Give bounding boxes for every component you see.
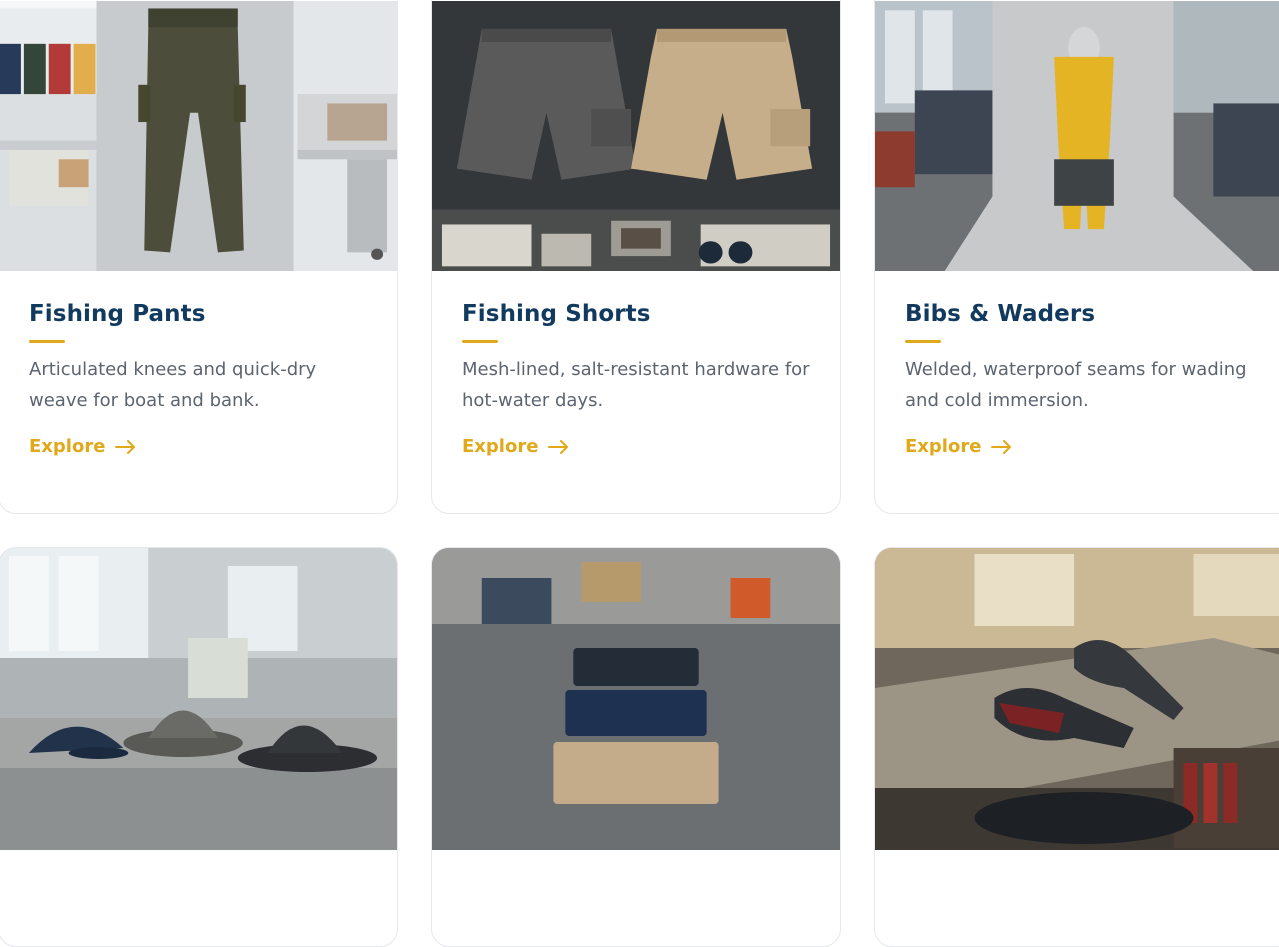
arrow-right-icon (115, 439, 137, 454)
title-underline (29, 340, 65, 343)
arrow-right-icon (548, 439, 570, 454)
product-card-gloves[interactable] (874, 547, 1279, 947)
product-card-hats[interactable] (0, 547, 398, 947)
product-card-fishing-pants[interactable]: Fishing Pants Articulated knees and quic… (0, 0, 398, 514)
card-title: Bibs & Waders (905, 301, 1096, 327)
explore-link-fishing-shorts[interactable]: Explore (462, 436, 570, 457)
explore-label: Explore (905, 436, 982, 457)
fishing-shorts-image[interactable] (432, 1, 840, 271)
fishing-hats-image[interactable] (0, 548, 397, 850)
title-underline (462, 340, 498, 343)
explore-label: Explore (29, 436, 106, 457)
explore-link-fishing-pants[interactable]: Explore (29, 436, 137, 457)
product-card-fishing-shorts[interactable]: Fishing Shorts Mesh-lined, salt-resistan… (431, 0, 841, 514)
title-underline (905, 340, 941, 343)
bibs-waders-image[interactable] (875, 1, 1279, 271)
arrow-right-icon (991, 439, 1013, 454)
card-title: Fishing Pants (29, 301, 206, 327)
folded-fabrics-image[interactable] (432, 548, 840, 850)
product-card-bibs-waders[interactable]: Bibs & Waders Welded, waterproof seams f… (874, 0, 1279, 514)
product-card-fabrics[interactable] (431, 547, 841, 947)
explore-label: Explore (462, 436, 539, 457)
fishing-gloves-image[interactable] (875, 548, 1279, 850)
card-description: Articulated knees and quick-dry weave fo… (29, 359, 317, 411)
card-description: Mesh-lined, salt-resistant hardware for … (462, 359, 810, 411)
card-title: Fishing Shorts (462, 301, 651, 327)
explore-link-bibs-waders[interactable]: Explore (905, 436, 1013, 457)
card-description: Welded, waterproof seams for wading and … (905, 359, 1247, 411)
fishing-pants-image[interactable] (0, 1, 397, 271)
